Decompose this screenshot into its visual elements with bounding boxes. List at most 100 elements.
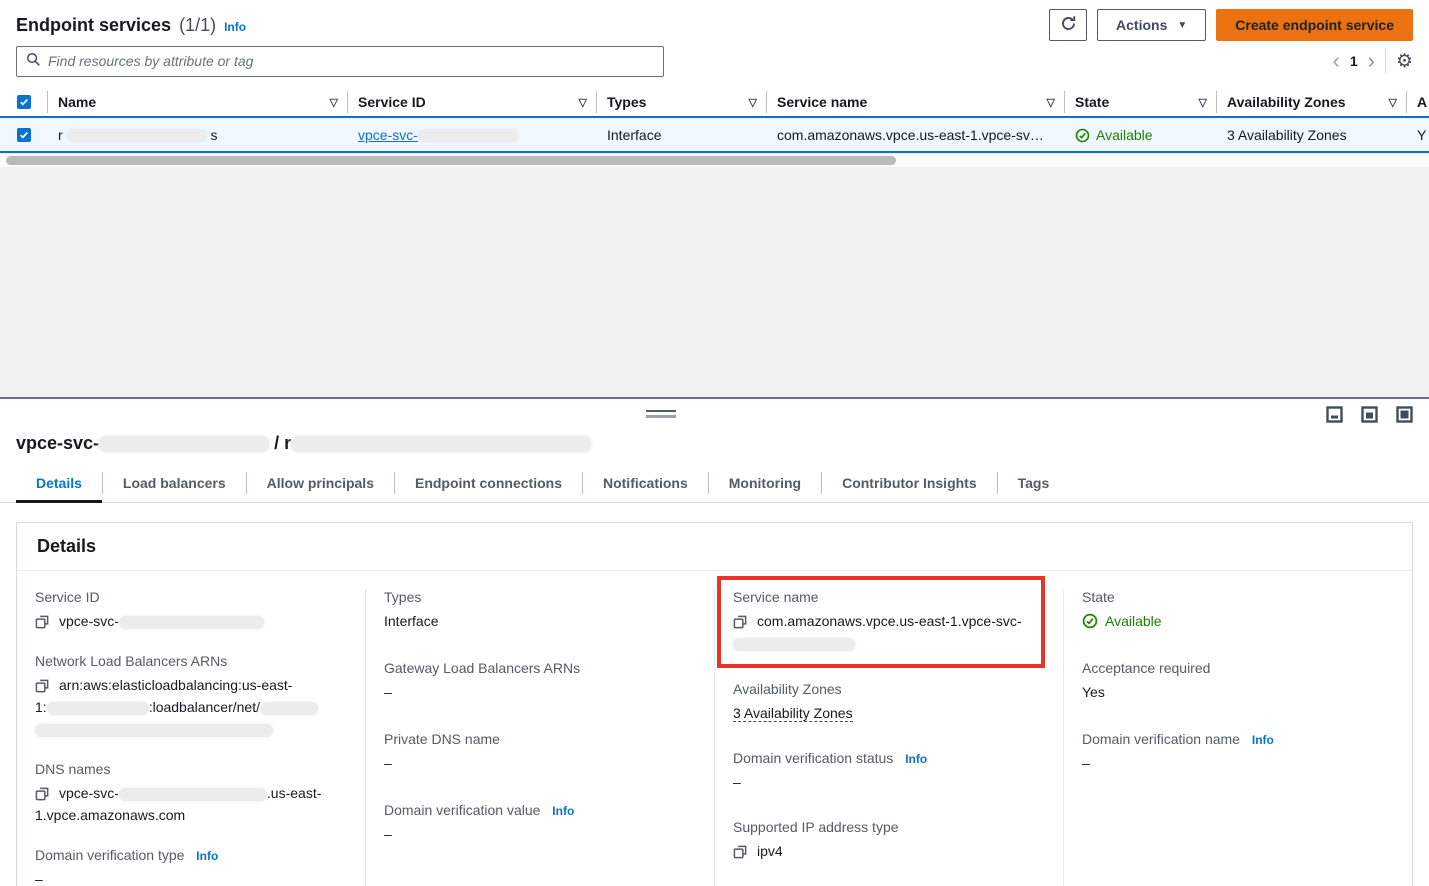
- tab-details[interactable]: Details: [16, 464, 102, 503]
- chevron-down-icon: ▼: [1177, 20, 1187, 31]
- tab-contributor-insights[interactable]: Contributor Insights: [822, 464, 997, 503]
- redaction: [260, 702, 318, 715]
- copy-icon[interactable]: [733, 843, 757, 859]
- panel-half-icon[interactable]: [1361, 406, 1378, 426]
- details-column-4: State Available Acceptance required Yes: [1063, 589, 1412, 886]
- filter-icon[interactable]: ▽: [573, 96, 587, 109]
- field-nlb-arns: Network Load Balancers ARNs arn:aws:elas…: [35, 653, 347, 740]
- row-checkbox-cell: [0, 128, 48, 142]
- status-available-icon: [1082, 610, 1098, 632]
- tab-monitoring[interactable]: Monitoring: [709, 464, 821, 503]
- actions-label: Actions: [1116, 17, 1167, 33]
- actions-button[interactable]: Actions ▼: [1097, 9, 1206, 41]
- panel-title: vpce-svc- / r: [0, 431, 1429, 464]
- field-domain-verification-status: Domain verification status Info –: [733, 750, 1045, 793]
- filter-icon[interactable]: ▽: [1383, 96, 1397, 109]
- prev-page-button[interactable]: ‹: [1333, 51, 1340, 71]
- resource-count: (1/1): [179, 15, 216, 36]
- row-checkbox-checked[interactable]: [17, 128, 31, 142]
- availability-zones-link[interactable]: 3 Availability Zones: [733, 705, 853, 722]
- panel-maximize-icon[interactable]: [1396, 406, 1413, 426]
- refresh-icon: [1060, 15, 1077, 35]
- column-header-name[interactable]: Name ▽: [48, 88, 348, 116]
- filter-icon[interactable]: ▽: [1041, 96, 1055, 109]
- field-domain-verification-value: Domain verification value Info –: [384, 802, 696, 845]
- copy-icon[interactable]: [35, 677, 59, 693]
- search-icon: [26, 52, 41, 70]
- field-private-dns-name: Private DNS name –: [384, 731, 696, 774]
- table-header-row: Name ▽ Service ID ▽ Types ▽ Service name…: [0, 88, 1429, 116]
- details-column-1: Service ID vpce-svc- Network Load Balanc…: [17, 589, 365, 886]
- create-endpoint-service-button[interactable]: Create endpoint service: [1216, 9, 1413, 41]
- field-dns-names: DNS names vpce-svc-.us-east- 1.vpce.amaz…: [35, 761, 347, 826]
- tab-bar: Details Load balancers Allow principals …: [0, 464, 1429, 503]
- redaction: [99, 436, 269, 452]
- status-available-icon: [1075, 127, 1090, 143]
- availability-zones-link[interactable]: 3 Availability Zones: [1227, 127, 1347, 143]
- cell-availability-zones: 3 Availability Zones: [1217, 127, 1407, 143]
- refresh-button[interactable]: [1049, 9, 1087, 41]
- copy-icon[interactable]: [35, 613, 59, 629]
- cell-state: Available: [1065, 127, 1217, 143]
- field-domain-verification-type: Domain verification type Info –: [35, 847, 347, 886]
- redaction: [119, 788, 267, 801]
- field-acceptance-required: Acceptance required Yes: [1082, 660, 1394, 703]
- search-box[interactable]: [16, 46, 664, 77]
- tab-endpoint-connections[interactable]: Endpoint connections: [395, 464, 582, 503]
- info-link[interactable]: Info: [196, 849, 218, 863]
- filter-icon[interactable]: ▽: [324, 96, 338, 109]
- info-link[interactable]: Info: [224, 20, 246, 34]
- field-domain-verification-name: Domain verification name Info –: [1082, 731, 1394, 774]
- column-header-types[interactable]: Types ▽: [597, 88, 767, 116]
- redaction: [418, 129, 518, 142]
- tab-allow-principals[interactable]: Allow principals: [247, 464, 394, 503]
- cell-service-id: vpce-svc-: [348, 127, 597, 143]
- filter-icon[interactable]: ▽: [743, 96, 757, 109]
- select-all-checkbox[interactable]: [0, 88, 48, 116]
- horizontal-scrollbar: [0, 153, 1429, 167]
- copy-icon[interactable]: [733, 613, 757, 629]
- field-types: Types Interface: [384, 589, 696, 632]
- gear-icon[interactable]: ⚙: [1396, 50, 1413, 73]
- details-card-header: Details: [17, 523, 1412, 571]
- cell-acceptance: Y: [1407, 127, 1429, 143]
- service-name-highlight-box: Service name com.amazonaws.vpce.us-east-…: [717, 576, 1045, 668]
- column-header-acceptance[interactable]: A: [1407, 88, 1429, 116]
- endpoint-services-table: Name ▽ Service ID ▽ Types ▽ Service name…: [0, 88, 1429, 167]
- current-page: 1: [1350, 53, 1358, 69]
- column-header-service-id[interactable]: Service ID ▽: [348, 88, 597, 116]
- tab-load-balancers[interactable]: Load balancers: [103, 464, 246, 503]
- field-glb-arns: Gateway Load Balancers ARNs –: [384, 660, 696, 703]
- filter-icon[interactable]: ▽: [1193, 96, 1207, 109]
- redaction: [67, 129, 207, 142]
- service-id-link[interactable]: vpce-svc-: [358, 127, 518, 143]
- redaction: [119, 616, 264, 629]
- divider: [1385, 49, 1386, 73]
- panel-size-controls: [1326, 406, 1413, 426]
- redaction: [47, 702, 149, 715]
- panel-drag-handle[interactable]: [646, 410, 676, 418]
- empty-area: [0, 167, 1429, 397]
- column-header-state[interactable]: State ▽: [1065, 88, 1217, 116]
- page-header: Endpoint services (1/1) Info Actions ▼ C…: [0, 0, 1429, 44]
- info-link[interactable]: Info: [905, 752, 927, 766]
- toolbar: Actions ▼ Create endpoint service: [1049, 9, 1413, 41]
- cell-service-name: com.amazonaws.vpce.us-east-1.vpce-sv…: [767, 127, 1065, 143]
- tab-tags[interactable]: Tags: [998, 464, 1070, 503]
- cell-types: Interface: [597, 127, 767, 143]
- tab-notifications[interactable]: Notifications: [583, 464, 708, 503]
- title-group: Endpoint services (1/1) Info: [16, 15, 246, 36]
- column-header-service-name[interactable]: Service name ▽: [767, 88, 1065, 116]
- scrollbar-thumb[interactable]: [6, 156, 896, 165]
- checkbox-checked-icon[interactable]: [17, 95, 31, 109]
- copy-icon[interactable]: [35, 785, 59, 801]
- next-page-button[interactable]: ›: [1368, 51, 1375, 71]
- panel-controls: [0, 399, 1429, 431]
- info-link[interactable]: Info: [552, 804, 574, 818]
- table-row[interactable]: r s vpce-svc- Interface com.amazonaws.vp…: [0, 116, 1429, 153]
- info-link[interactable]: Info: [1252, 733, 1274, 747]
- search-input[interactable]: [48, 53, 654, 69]
- column-header-availability-zones[interactable]: Availability Zones ▽: [1217, 88, 1407, 116]
- panel-minimize-icon[interactable]: [1326, 406, 1343, 426]
- field-service-name: Service name com.amazonaws.vpce.us-east-…: [733, 589, 1029, 654]
